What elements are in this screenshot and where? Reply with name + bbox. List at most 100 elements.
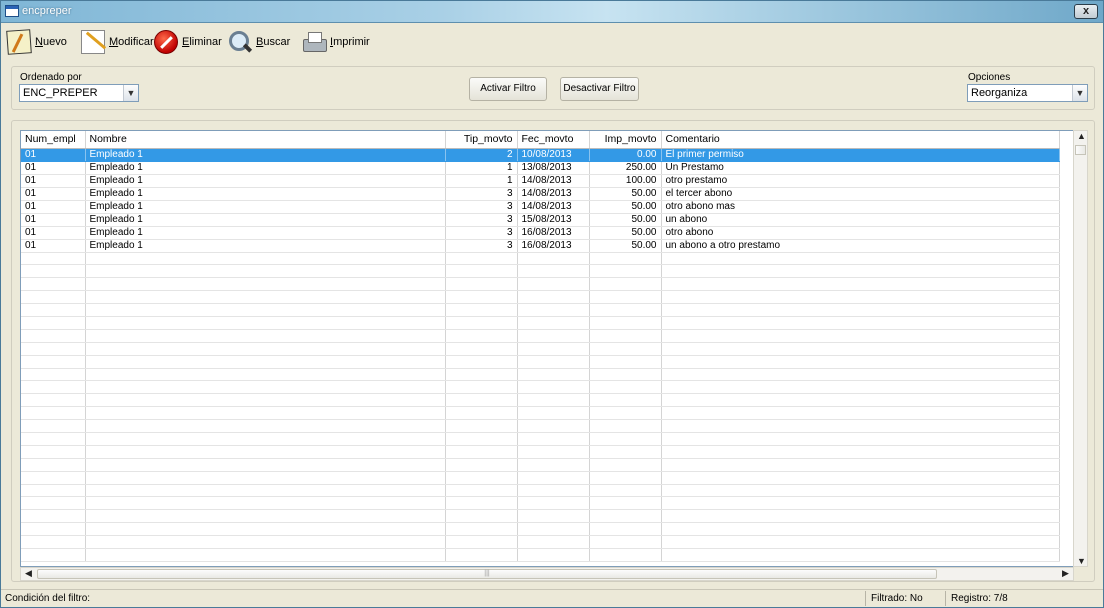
- close-button[interactable]: x: [1074, 4, 1098, 19]
- empty-cell[interactable]: [589, 342, 662, 356]
- cell-comentario[interactable]: un abono: [661, 213, 1060, 227]
- empty-cell[interactable]: [517, 471, 590, 485]
- empty-cell[interactable]: [21, 290, 86, 305]
- cell-comentario[interactable]: El primer permiso: [661, 148, 1060, 162]
- empty-cell[interactable]: [21, 264, 86, 279]
- empty-cell[interactable]: [661, 484, 1060, 498]
- empty-row[interactable]: [21, 432, 1060, 446]
- vertical-scroll-thumb[interactable]: [1075, 145, 1086, 155]
- empty-cell[interactable]: [85, 509, 446, 524]
- empty-row[interactable]: [21, 264, 1060, 279]
- empty-cell[interactable]: [517, 380, 590, 395]
- empty-row[interactable]: [21, 342, 1060, 356]
- empty-cell[interactable]: [21, 252, 86, 266]
- table-row[interactable]: 01 Empleado 1 1 13/08/2013 250.00 Un Prestamo: [21, 161, 1060, 175]
- empty-cell[interactable]: [589, 252, 662, 266]
- empty-cell[interactable]: [517, 509, 590, 524]
- cell-tip-movto[interactable]: 3: [445, 239, 518, 253]
- empty-row[interactable]: [21, 380, 1060, 395]
- empty-cell[interactable]: [661, 303, 1060, 317]
- empty-row[interactable]: [21, 509, 1060, 524]
- column-header-imp-movto[interactable]: Imp_movto: [589, 131, 662, 149]
- empty-cell[interactable]: [85, 290, 446, 305]
- new-button[interactable]: Nuevo: [6, 27, 67, 57]
- vertical-scrollbar[interactable]: ▲ ▼: [1073, 130, 1088, 567]
- empty-cell[interactable]: [661, 264, 1060, 279]
- empty-cell[interactable]: [21, 342, 86, 356]
- empty-cell[interactable]: [85, 548, 446, 562]
- empty-cell[interactable]: [21, 484, 86, 498]
- empty-cell[interactable]: [21, 522, 86, 537]
- empty-cell[interactable]: [517, 342, 590, 356]
- empty-cell[interactable]: [85, 368, 446, 382]
- cell-comentario[interactable]: otro prestamo: [661, 174, 1060, 188]
- cell-fec-movto[interactable]: 16/08/2013: [517, 239, 590, 253]
- scroll-left-icon[interactable]: ◀: [21, 568, 36, 579]
- empty-cell[interactable]: [661, 458, 1060, 472]
- empty-cell[interactable]: [589, 509, 662, 524]
- empty-row[interactable]: [21, 535, 1060, 549]
- empty-cell[interactable]: [445, 548, 518, 562]
- empty-cell[interactable]: [445, 406, 518, 421]
- table-row[interactable]: 01 Empleado 1 1 14/08/2013 100.00 otro presta…: [21, 174, 1060, 188]
- table-row[interactable]: 01 Empleado 1 3 14/08/2013 50.00 el tercer ab…: [21, 187, 1060, 201]
- empty-cell[interactable]: [589, 316, 662, 330]
- empty-cell[interactable]: [661, 277, 1060, 292]
- cell-nombre[interactable]: Empleado 1: [85, 161, 446, 175]
- empty-cell[interactable]: [661, 393, 1060, 408]
- empty-cell[interactable]: [445, 264, 518, 279]
- empty-cell[interactable]: [589, 355, 662, 369]
- scroll-up-icon[interactable]: ▲: [1074, 131, 1089, 141]
- chevron-down-icon[interactable]: ▼: [123, 85, 138, 101]
- empty-row[interactable]: [21, 458, 1060, 472]
- empty-cell[interactable]: [445, 535, 518, 549]
- cell-imp-movto[interactable]: 0.00: [589, 148, 662, 162]
- cell-imp-movto[interactable]: 50.00: [589, 226, 662, 240]
- empty-cell[interactable]: [517, 290, 590, 305]
- empty-cell[interactable]: [85, 393, 446, 408]
- cell-num-empl[interactable]: 01: [21, 239, 86, 253]
- table-row[interactable]: 01 Empleado 1 3 15/08/2013 50.00 un abono: [21, 213, 1060, 227]
- empty-cell[interactable]: [445, 522, 518, 537]
- cell-imp-movto[interactable]: 100.00: [589, 174, 662, 188]
- empty-cell[interactable]: [445, 368, 518, 382]
- empty-cell[interactable]: [589, 535, 662, 549]
- empty-cell[interactable]: [661, 522, 1060, 537]
- empty-row[interactable]: [21, 522, 1060, 537]
- empty-cell[interactable]: [21, 496, 86, 511]
- empty-cell[interactable]: [589, 264, 662, 279]
- cell-fec-movto[interactable]: 16/08/2013: [517, 226, 590, 240]
- empty-cell[interactable]: [589, 380, 662, 395]
- empty-cell[interactable]: [85, 535, 446, 549]
- empty-cell[interactable]: [589, 329, 662, 343]
- empty-cell[interactable]: [445, 419, 518, 433]
- cell-tip-movto[interactable]: 3: [445, 213, 518, 227]
- cell-fec-movto[interactable]: 14/08/2013: [517, 200, 590, 214]
- cell-num-empl[interactable]: 01: [21, 226, 86, 240]
- chevron-down-icon[interactable]: ▼: [1072, 85, 1087, 101]
- empty-row[interactable]: [21, 277, 1060, 292]
- empty-cell[interactable]: [661, 496, 1060, 511]
- empty-cell[interactable]: [85, 522, 446, 537]
- empty-row[interactable]: [21, 355, 1060, 369]
- empty-cell[interactable]: [661, 380, 1060, 395]
- horizontal-scroll-thumb[interactable]: |||: [37, 569, 937, 579]
- column-header-comentario[interactable]: Comentario: [661, 131, 1060, 149]
- empty-cell[interactable]: [517, 496, 590, 511]
- empty-cell[interactable]: [589, 471, 662, 485]
- empty-cell[interactable]: [589, 458, 662, 472]
- cell-nombre[interactable]: Empleado 1: [85, 148, 446, 162]
- empty-cell[interactable]: [589, 496, 662, 511]
- empty-cell[interactable]: [21, 380, 86, 395]
- empty-cell[interactable]: [445, 458, 518, 472]
- empty-cell[interactable]: [589, 406, 662, 421]
- cell-nombre[interactable]: Empleado 1: [85, 200, 446, 214]
- empty-cell[interactable]: [517, 484, 590, 498]
- cell-nombre[interactable]: Empleado 1: [85, 174, 446, 188]
- empty-cell[interactable]: [661, 548, 1060, 562]
- activate-filter-button[interactable]: Activar Filtro: [469, 77, 547, 101]
- empty-row[interactable]: [21, 393, 1060, 408]
- empty-cell[interactable]: [445, 329, 518, 343]
- column-header-nombre[interactable]: Nombre: [85, 131, 446, 149]
- empty-cell[interactable]: [517, 329, 590, 343]
